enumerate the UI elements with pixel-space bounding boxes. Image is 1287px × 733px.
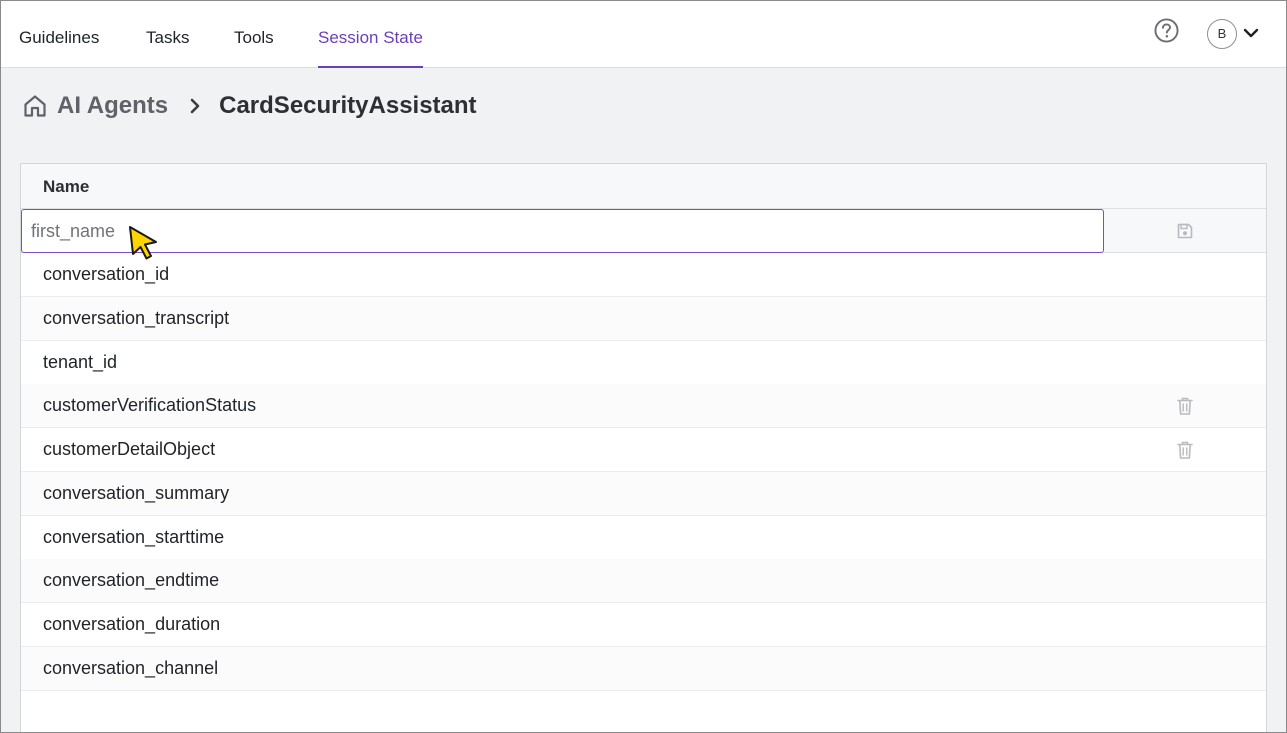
row-name: tenant_id bbox=[43, 352, 118, 372]
tab-guidelines[interactable]: Guidelines bbox=[19, 28, 99, 68]
table-header: Name bbox=[21, 164, 1266, 209]
table-row[interactable]: conversation_channel bbox=[21, 647, 1266, 691]
row-name: customerVerificationStatus bbox=[43, 395, 257, 415]
column-header-name: Name bbox=[43, 177, 90, 196]
row-name: conversation_duration bbox=[43, 614, 221, 634]
trash-icon[interactable] bbox=[1176, 440, 1194, 460]
table-row[interactable]: tenant_id bbox=[21, 341, 1266, 385]
avatar[interactable]: B bbox=[1207, 19, 1237, 49]
table-row[interactable]: conversation_duration bbox=[21, 603, 1266, 647]
tab-tasks[interactable]: Tasks bbox=[146, 28, 189, 68]
row-name: conversation_transcript bbox=[43, 308, 230, 328]
row-name: customerDetailObject bbox=[43, 439, 216, 459]
table-row[interactable]: conversation_endtime bbox=[21, 559, 1266, 603]
new-entry-row bbox=[21, 209, 1266, 253]
tab-tools[interactable]: Tools bbox=[234, 28, 274, 68]
table-row[interactable]: conversation_transcript bbox=[21, 297, 1266, 341]
breadcrumb: AI Agents CardSecurityAssistant bbox=[22, 88, 477, 124]
tab-session-state[interactable]: Session State bbox=[318, 28, 423, 68]
save-icon[interactable] bbox=[1176, 222, 1194, 240]
table-row[interactable]: customerDetailObject bbox=[21, 428, 1266, 472]
row-name: conversation_endtime bbox=[43, 570, 220, 590]
top-navigation: Guidelines Tasks Tools Session State B bbox=[0, 0, 1287, 68]
home-icon[interactable] bbox=[22, 93, 48, 119]
breadcrumb-ai-agents[interactable]: AI Agents bbox=[57, 92, 168, 120]
row-name: conversation_starttime bbox=[43, 527, 225, 547]
table-row[interactable]: conversation_starttime bbox=[21, 516, 1266, 560]
mouse-cursor-icon bbox=[129, 226, 157, 260]
name-input[interactable] bbox=[21, 209, 1104, 253]
chevron-down-icon[interactable] bbox=[1242, 24, 1260, 42]
table-row[interactable]: conversation_summary bbox=[21, 472, 1266, 516]
row-name: conversation_summary bbox=[43, 483, 230, 503]
row-name: conversation_channel bbox=[43, 658, 219, 678]
row-name: conversation_id bbox=[43, 264, 170, 284]
page-title: CardSecurityAssistant bbox=[219, 92, 477, 119]
chevron-right-icon bbox=[190, 98, 200, 114]
trash-icon[interactable] bbox=[1176, 396, 1194, 416]
session-state-table: Name conversation_id conversation_transc… bbox=[20, 163, 1267, 733]
table-row[interactable]: customerVerificationStatus bbox=[21, 384, 1266, 428]
table-row[interactable]: conversation_id bbox=[21, 253, 1266, 297]
help-icon[interactable] bbox=[1154, 18, 1179, 43]
